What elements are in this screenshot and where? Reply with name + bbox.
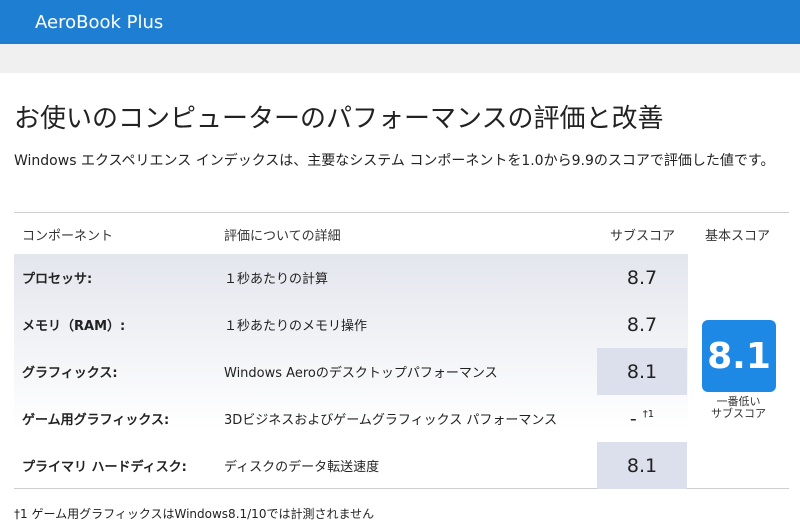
row-details: Windows Aeroのデスクトップパフォーマンス <box>224 366 498 381</box>
row-component: ゲーム用グラフィックス: <box>22 413 170 428</box>
header-component: コンポーネント <box>22 229 114 244</box>
caption-line2: サブスコア <box>711 407 766 420</box>
row-subscore: 8.7 <box>626 266 658 289</box>
app-header: AeroBook Plus <box>0 0 800 44</box>
table-row: プライマリ ハードディスク: ディスクのデータ転送速度 8.1 <box>14 442 789 489</box>
row-component: グラフィックス: <box>22 366 118 381</box>
row-component: プロセッサ: <box>22 272 93 287</box>
row-subscore: 8.7 <box>626 313 658 336</box>
score-table: コンポーネント 評価についての詳細 サブスコア 基本スコア プロセッサ: １秒あ… <box>14 212 789 489</box>
header-basescore: 基本スコア <box>705 229 771 244</box>
footnote-marker: †1 <box>642 409 655 420</box>
base-score-caption: 一番低い サブスコア <box>688 396 789 420</box>
subscore-value: - <box>629 407 637 430</box>
page-title: お使いのコンピューターのパフォーマンスの評価と改善 <box>14 104 664 134</box>
table-row: メモリ（RAM）: １秒あたりのメモリ操作 8.7 <box>14 301 789 348</box>
row-subscore: 8.1 <box>597 442 687 489</box>
table-row: プロセッサ: １秒あたりの計算 8.7 <box>14 254 789 301</box>
row-subscore: - †1 <box>597 395 687 442</box>
base-score-badge: 8.1 <box>702 320 776 392</box>
table-row: グラフィックス: Windows Aeroのデスクトップパフォーマンス 8.1 <box>14 348 789 395</box>
header-subscore: サブスコア <box>610 229 676 244</box>
page-description: Windows エクスペリエンス インデックスは、主要なシステム コンポーネント… <box>14 153 775 169</box>
row-details: １秒あたりのメモリ操作 <box>224 319 368 334</box>
row-component: メモリ（RAM）: <box>22 319 126 334</box>
header-details: 評価についての詳細 <box>224 229 341 244</box>
table-header: コンポーネント 評価についての詳細 サブスコア 基本スコア <box>14 213 789 253</box>
row-details: 3Dビジネスおよびゲームグラフィックス パフォーマンス <box>224 413 558 428</box>
row-subscore: 8.1 <box>597 348 687 395</box>
row-component: プライマリ ハードディスク: <box>22 460 187 475</box>
base-score-column: 8.1 一番低い サブスコア <box>688 254 789 488</box>
table-body: プロセッサ: １秒あたりの計算 8.7 メモリ（RAM）: １秒あたりのメモリ操… <box>14 254 789 489</box>
footnote: †1 ゲーム用グラフィックスはWindows8.1/10では計測されません <box>14 507 375 521</box>
row-details: ディスクのデータ転送速度 <box>224 460 380 475</box>
app-title: AeroBook Plus <box>35 11 164 33</box>
table-row: ゲーム用グラフィックス: 3Dビジネスおよびゲームグラフィックス パフォーマンス… <box>14 395 789 442</box>
toolbar-strip <box>0 44 800 73</box>
row-details: １秒あたりの計算 <box>224 272 329 287</box>
